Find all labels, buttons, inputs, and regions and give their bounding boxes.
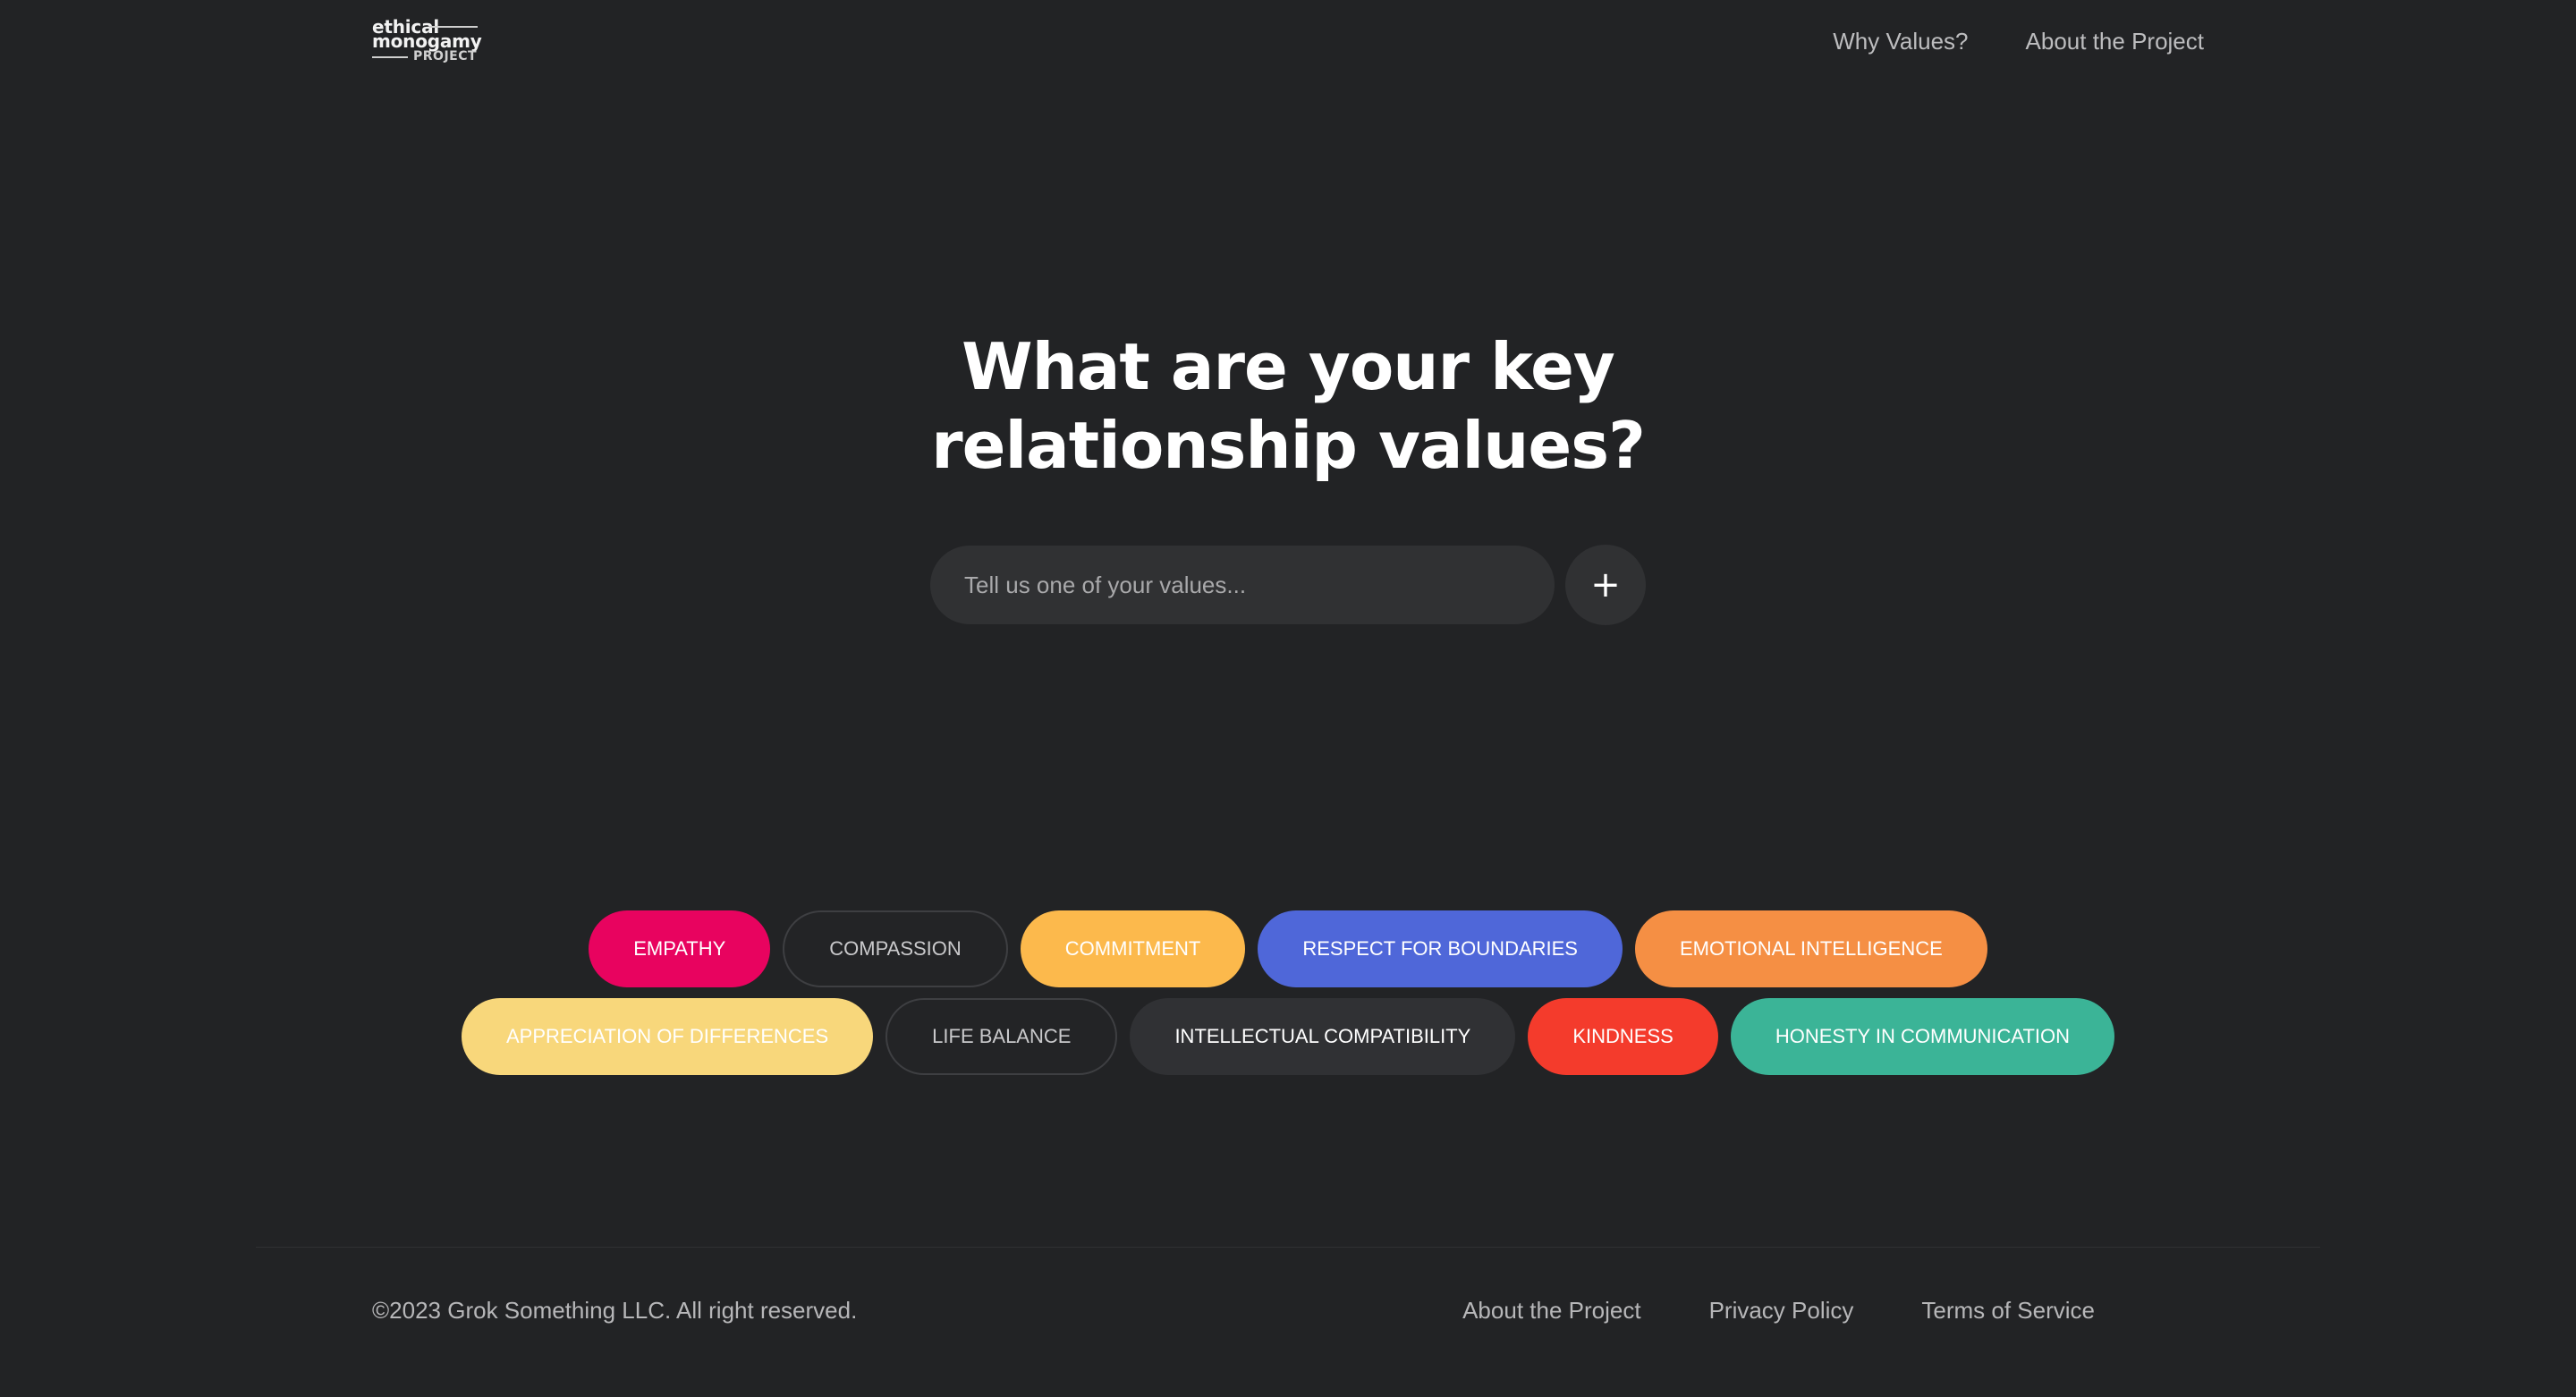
tag-compassion[interactable]: COMPASSION [783, 910, 1008, 987]
footer-divider [256, 1247, 2320, 1248]
footer-link-privacy[interactable]: Privacy Policy [1709, 1297, 1854, 1325]
page-title-line-2: relationship values? [931, 408, 1646, 483]
logo-line-monogamy: monogamy [372, 30, 482, 52]
tag-life-balance[interactable]: LIFE BALANCE [886, 998, 1118, 1075]
footer-link-about[interactable]: About the Project [1462, 1297, 1640, 1325]
site-header: ethical monogamy PROJECT Why Values? Abo… [372, 0, 2204, 82]
logo-rule-bottom [372, 56, 408, 58]
logo-rule-top [429, 26, 478, 28]
tag-honesty-in-communication[interactable]: HONESTY IN COMMUNICATION [1730, 998, 2115, 1075]
value-entry-form: + [930, 545, 1646, 625]
site-footer: ©2023 Grok Something LLC. All right rese… [372, 1288, 2095, 1333]
value-tags: EMPATHY COMPASSION COMMITMENT RESPECT FO… [0, 910, 2576, 1075]
page-title-line-1: What are your key [962, 329, 1615, 404]
copyright-text: ©2023 Grok Something LLC. All right rese… [372, 1296, 858, 1324]
tag-commitment[interactable]: COMMITMENT [1020, 910, 1246, 987]
tag-appreciation-of-differences[interactable]: APPRECIATION OF DIFFERENCES [461, 998, 874, 1075]
tag-row-1: EMPATHY COMPASSION COMMITMENT RESPECT FO… [589, 910, 1987, 987]
tag-kindness[interactable]: KINDNESS [1528, 998, 1718, 1075]
logo-line-project: PROJECT [413, 49, 478, 64]
tag-intellectual-compatibility[interactable]: INTELLECTUAL COMPATIBILITY [1130, 998, 1516, 1075]
footer-links: About the Project Privacy Policy Terms o… [1462, 1297, 2095, 1325]
main-nav: Why Values? About the Project [1833, 28, 2204, 55]
logo[interactable]: ethical monogamy PROJECT [372, 16, 482, 66]
tag-empathy[interactable]: EMPATHY [589, 910, 771, 987]
plus-icon: + [1590, 564, 1621, 605]
page-title: What are your key relationship values? [0, 327, 2576, 485]
tag-emotional-intelligence[interactable]: EMOTIONAL INTELLIGENCE [1634, 910, 1987, 987]
nav-why-values[interactable]: Why Values? [1833, 28, 1968, 55]
footer-link-terms[interactable]: Terms of Service [1921, 1297, 2095, 1325]
value-input[interactable] [930, 546, 1555, 624]
tag-row-2: APPRECIATION OF DIFFERENCES LIFE BALANCE… [461, 998, 2115, 1075]
tag-respect-for-boundaries[interactable]: RESPECT FOR BOUNDARIES [1258, 910, 1623, 987]
nav-about-project[interactable]: About the Project [2026, 28, 2204, 55]
add-value-button[interactable]: + [1565, 545, 1646, 625]
